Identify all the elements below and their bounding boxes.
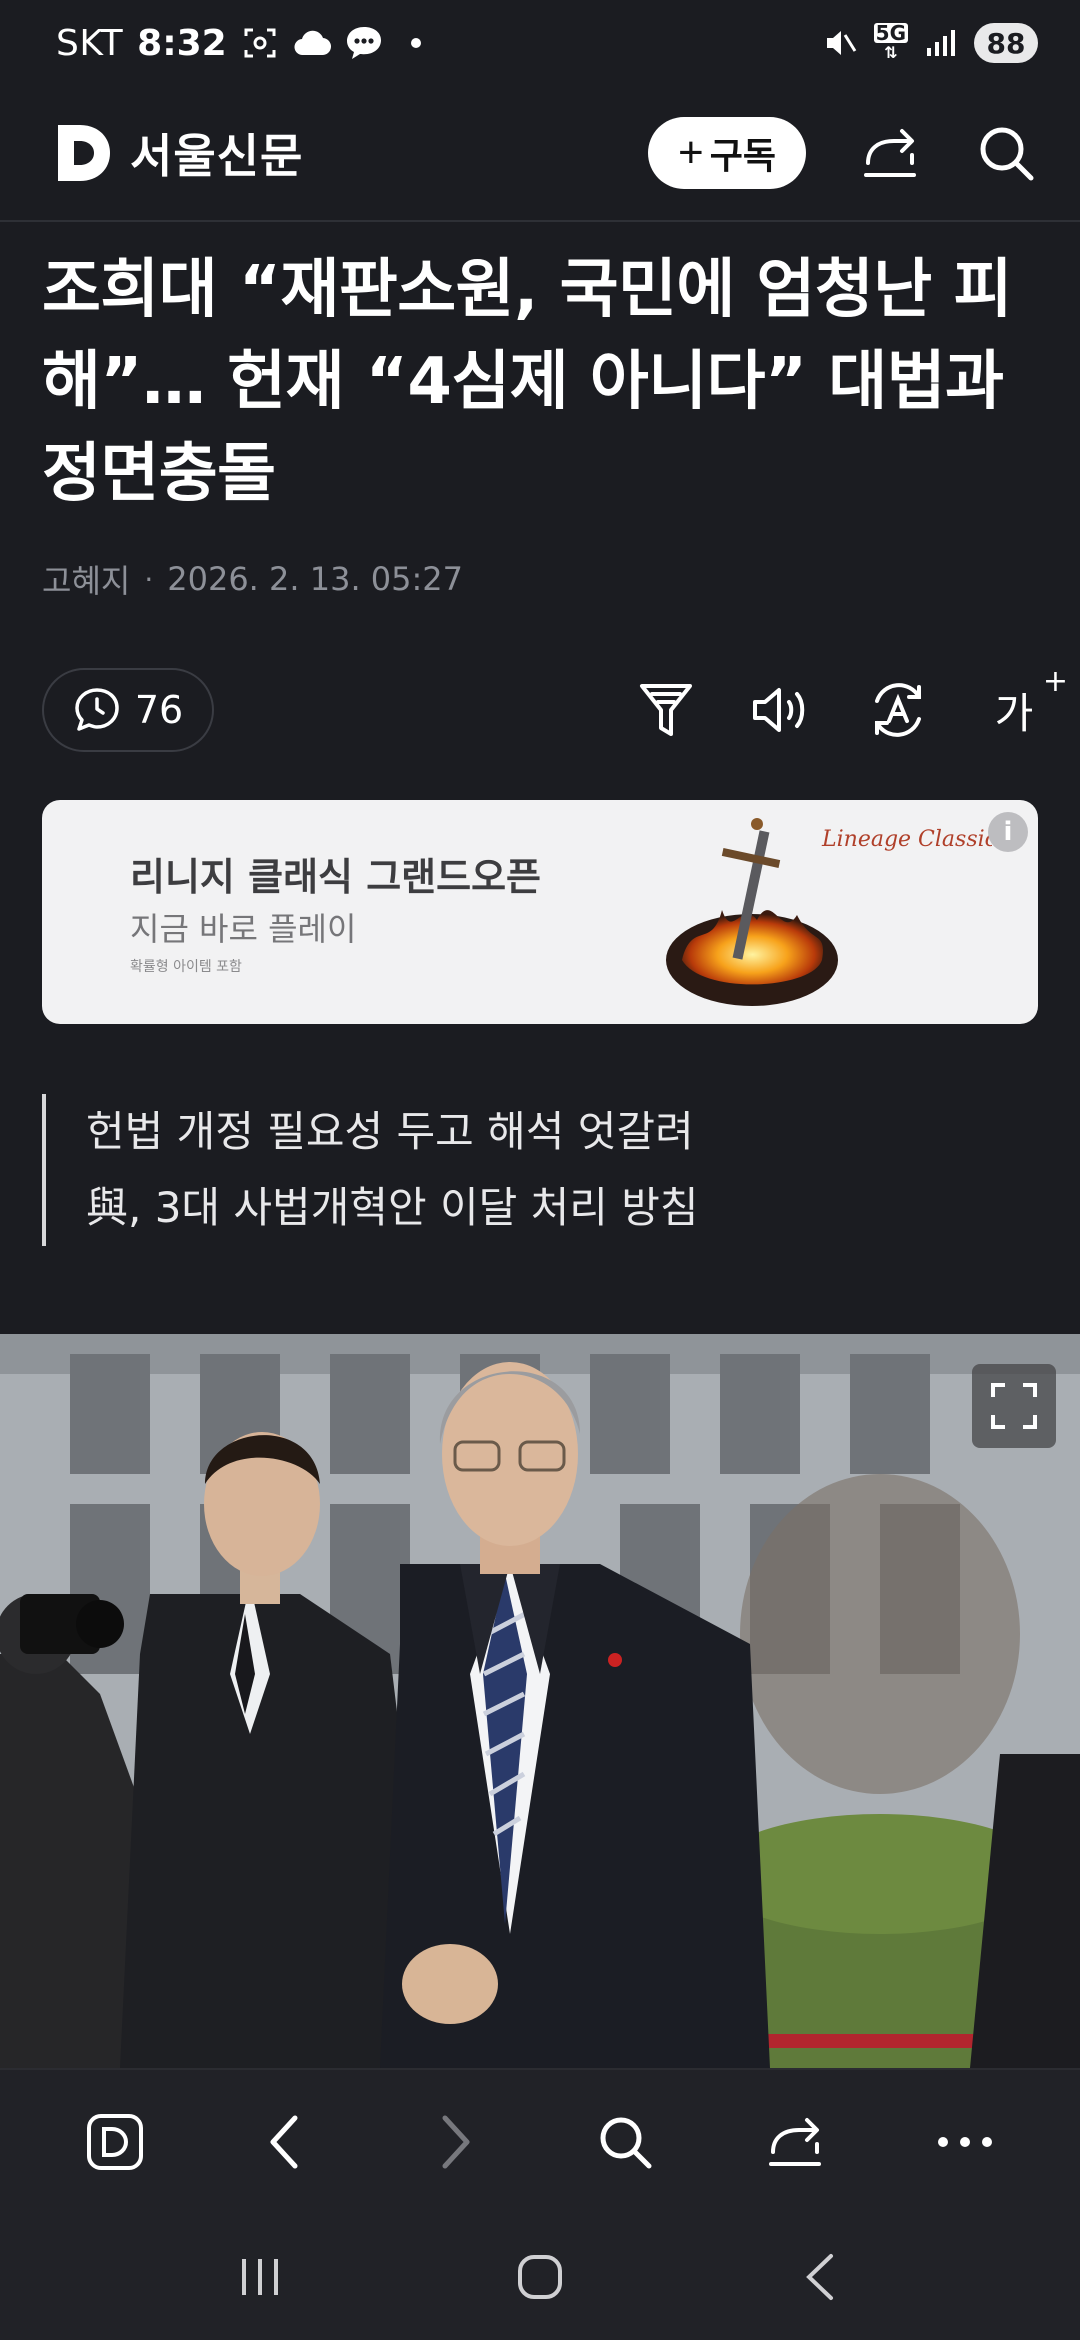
comment-count: 76 <box>134 688 184 732</box>
network-label: 5G <box>873 21 908 45</box>
share-icon[interactable] <box>858 121 922 185</box>
recents-icon[interactable] <box>215 2232 305 2322</box>
font-size-plus: + <box>1042 664 1068 699</box>
home-logo-icon[interactable] <box>70 2097 160 2187</box>
speaker-icon[interactable] <box>746 674 818 746</box>
comments-button[interactable]: 76 <box>42 668 214 752</box>
advertisement-banner[interactable]: 리니지 클래식 그랜드오픈 지금 바로 플레이 확률형 아이템 포함 Linea… <box>42 800 1038 1024</box>
ad-fine-print: 확률형 아이템 포함 <box>130 959 242 975</box>
home-icon[interactable] <box>495 2232 585 2322</box>
carrier-label: SKT <box>56 22 124 64</box>
brand-logo-icon <box>58 125 110 181</box>
font-size-label: 가 <box>994 688 1034 738</box>
font-size-icon[interactable]: 가 + <box>978 664 1068 746</box>
signal-icon <box>922 24 960 62</box>
fullscreen-icon[interactable] <box>972 1364 1056 1448</box>
byline: 고혜지 · 2026. 2. 13. 05:27 <box>42 556 463 602</box>
chat-bubble-icon <box>345 24 383 62</box>
back-icon[interactable] <box>775 2232 865 2322</box>
summary-line: 與, 3대 사법개혁안 이달 처리 방침 <box>86 1183 699 1232</box>
brand-name: 서울신문 <box>130 129 304 183</box>
publish-date: 2026. 2. 13. 05:27 <box>167 560 463 598</box>
ad-logo-text: Lineage Classic <box>821 827 992 852</box>
cloud-icon <box>293 24 331 62</box>
dot-icon <box>397 24 435 62</box>
clock: 8:32 <box>137 22 227 64</box>
translate-icon[interactable] <box>862 674 934 746</box>
more-icon[interactable] <box>920 2097 1010 2187</box>
browser-bottom-nav <box>0 2068 1080 2214</box>
article-tools: 가 + <box>630 664 1068 752</box>
share-icon[interactable] <box>750 2097 840 2187</box>
search-icon[interactable] <box>974 121 1038 185</box>
summary-line: 헌법 개정 필요성 두고 해석 엇갈려 <box>86 1107 694 1156</box>
plus-icon: + <box>678 128 704 177</box>
screenshot-icon <box>241 24 279 62</box>
network-type: 5G ⇅ <box>873 21 908 63</box>
subscribe-button[interactable]: + 구독 <box>648 117 806 189</box>
status-bar: SKT 8:32 5G ⇅ 88 <box>0 0 1080 86</box>
mute-icon <box>822 24 860 62</box>
article-title: 조희대 “재판소원, 국민에 엄청난 피해”… 헌재 “4심제 아니다” 대법과… <box>42 253 1012 511</box>
comment-icon <box>75 688 119 731</box>
article-photo[interactable] <box>0 1334 1080 2068</box>
subscribe-label: 구독 <box>709 135 776 176</box>
photo-image <box>0 1334 1080 2068</box>
ad-title: 리니지 클래식 그랜드오픈 <box>130 855 542 899</box>
article-summary: 헌법 개정 필요성 두고 해석 엇갈려 與, 3대 사법개혁안 이달 처리 방침 <box>42 1094 1022 1246</box>
app-header: 서울신문 + 구독 <box>0 86 1080 222</box>
author-name[interactable]: 고혜지 <box>42 556 130 602</box>
forward-icon[interactable] <box>410 2097 500 2187</box>
brand-logo[interactable]: 서울신문 <box>54 120 303 186</box>
system-nav-bar <box>0 2214 1080 2340</box>
back-icon[interactable] <box>240 2097 330 2187</box>
ad-sword-fire-image: Lineage Classic <box>666 818 992 1006</box>
ad-info-icon[interactable]: i <box>988 812 1028 852</box>
data-arrows-icon: ⇅ <box>884 43 898 62</box>
article-page: SKT 8:32 5G ⇅ 88 서울신문 + 구독 조희대 “재판소원, 국민… <box>0 0 1080 2340</box>
search-icon[interactable] <box>580 2097 670 2187</box>
byline-separator: · <box>144 562 154 596</box>
ad-subtitle: 지금 바로 플레이 <box>130 910 357 948</box>
battery-indicator: 88 <box>974 23 1038 63</box>
filter-icon[interactable] <box>630 674 702 746</box>
